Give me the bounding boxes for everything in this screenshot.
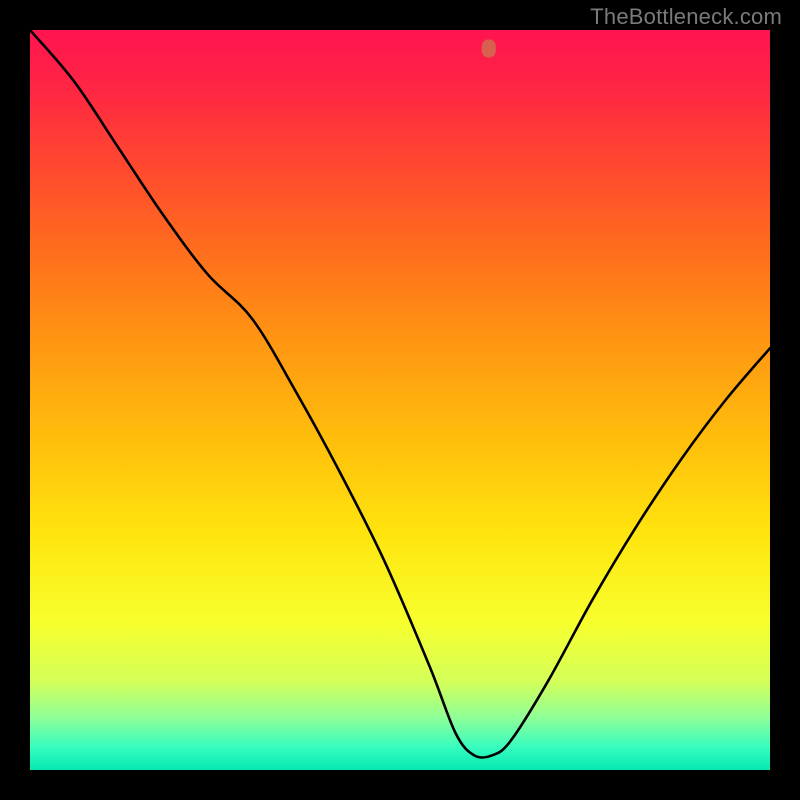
gradient-background <box>30 30 770 770</box>
chart-svg <box>30 30 770 770</box>
chart-frame: TheBottleneck.com <box>0 0 800 800</box>
plot-area <box>30 30 770 770</box>
watermark-text: TheBottleneck.com <box>590 4 782 30</box>
optimum-marker <box>482 40 496 58</box>
